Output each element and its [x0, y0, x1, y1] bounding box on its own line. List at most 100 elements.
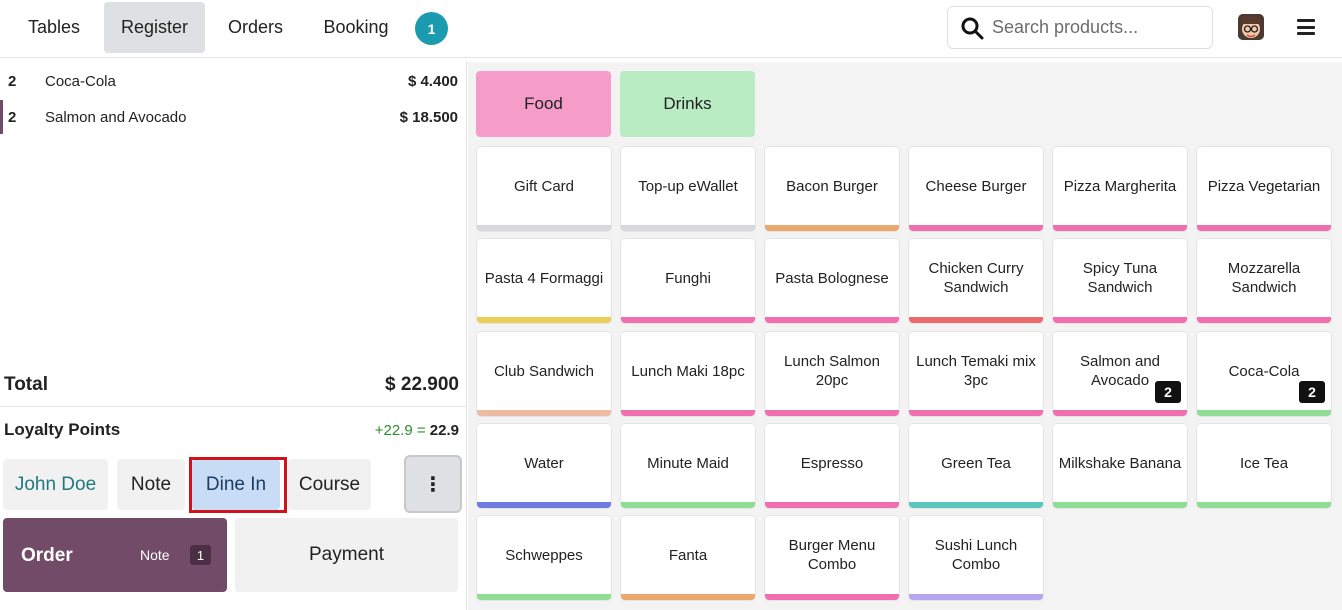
product-qty-badge: 2 — [1299, 381, 1325, 403]
product-color-bar — [621, 225, 755, 231]
order-line-name: Salmon and Avocado — [45, 108, 187, 126]
product-card[interactable]: Water — [477, 424, 611, 508]
order-line-price: $ 18.500 — [399, 108, 458, 126]
product-card[interactable]: Ice Tea — [1197, 424, 1331, 508]
product-qty-badge: 2 — [1155, 381, 1181, 403]
product-name: Lunch Maki 18pc — [631, 362, 745, 380]
product-card[interactable]: Top-up eWallet — [621, 147, 755, 231]
product-color-bar — [477, 594, 611, 600]
product-name: Bacon Burger — [786, 177, 878, 195]
product-card[interactable]: Club Sandwich — [477, 332, 611, 416]
product-card[interactable]: Espresso — [765, 424, 899, 508]
product-color-bar — [477, 502, 611, 508]
product-color-bar — [765, 225, 899, 231]
product-card[interactable]: Lunch Salmon 20pc — [765, 332, 899, 416]
tab-register[interactable]: Register — [104, 2, 205, 53]
product-color-bar — [765, 410, 899, 416]
product-card[interactable]: Pizza Vegetarian — [1197, 147, 1331, 231]
product-card[interactable]: Bacon Burger — [765, 147, 899, 231]
product-card[interactable]: Lunch Temaki mix 3pc — [909, 332, 1043, 416]
product-name: Pizza Vegetarian — [1207, 177, 1321, 195]
loyalty-label: Loyalty Points — [4, 420, 121, 439]
category-food[interactable]: Food — [476, 71, 611, 137]
product-card[interactable]: Coca-Cola 2 — [1197, 332, 1331, 416]
product-card[interactable]: Pasta Bolognese — [765, 239, 899, 323]
product-color-bar — [909, 594, 1043, 600]
product-color-bar — [477, 225, 611, 231]
customer-button[interactable]: John Doe — [3, 459, 108, 510]
order-line-qty: 2 — [8, 72, 17, 90]
product-card[interactable]: Pizza Margherita — [1053, 147, 1187, 231]
payment-button[interactable]: Payment — [235, 518, 458, 592]
product-card[interactable]: Spicy Tuna Sandwich — [1053, 239, 1187, 323]
order-line-selected[interactable]: 2 Salmon and Avocado $ 18.500 — [0, 100, 467, 134]
product-card[interactable]: Chicken Curry Sandwich — [909, 239, 1043, 323]
highlight-annotation — [189, 457, 287, 513]
product-name: Spicy Tuna Sandwich — [1082, 260, 1158, 296]
tab-orders[interactable]: Orders — [213, 2, 298, 53]
loyalty-gain: +22.9 — [374, 421, 413, 439]
course-button[interactable]: Course — [288, 459, 371, 510]
tab-booking[interactable]: Booking — [306, 2, 406, 53]
product-name: Funghi — [665, 269, 711, 287]
product-card[interactable]: Funghi — [621, 239, 755, 323]
order-total: Total $ 22.900 — [4, 374, 459, 396]
product-name: Lunch Temaki mix 3pc — [916, 353, 1036, 389]
search-icon — [961, 17, 984, 39]
search-input[interactable] — [992, 17, 1202, 38]
total-value: $ 22.900 — [385, 374, 459, 395]
product-color-bar — [909, 317, 1043, 323]
top-bar: Tables Register Orders Booking 1 — [0, 0, 1342, 58]
order-button[interactable]: Order Note 1 — [3, 518, 227, 592]
product-card[interactable]: Mozzarella Sandwich — [1197, 239, 1331, 323]
product-color-bar — [1197, 410, 1331, 416]
product-name: Minute Maid — [647, 454, 729, 472]
order-line[interactable]: 2 Coca-Cola $ 4.400 — [0, 64, 467, 98]
order-note-count: 1 — [190, 545, 211, 565]
loyalty-equals: = — [416, 421, 426, 439]
product-name: Burger Menu Combo — [788, 537, 876, 573]
avatar[interactable] — [1238, 14, 1264, 40]
product-color-bar — [1053, 410, 1187, 416]
product-card[interactable]: Schweppes — [477, 516, 611, 600]
booking-count-badge[interactable]: 1 — [415, 12, 448, 45]
order-panel: 2 Coca-Cola $ 4.400 2 Salmon and Avocado… — [0, 62, 467, 610]
product-name: Cheese Burger — [925, 177, 1027, 195]
product-name: Ice Tea — [1239, 454, 1289, 472]
search-bar[interactable] — [947, 6, 1213, 49]
product-card[interactable]: Gift Card — [477, 147, 611, 231]
product-color-bar — [765, 594, 899, 600]
product-card[interactable]: Milkshake Banana — [1053, 424, 1187, 508]
order-label: Order — [21, 545, 73, 566]
product-card[interactable]: Lunch Maki 18pc — [621, 332, 755, 416]
kebab-icon: ⋮ — [423, 473, 443, 496]
menu-icon[interactable] — [1297, 19, 1315, 35]
product-color-bar — [909, 410, 1043, 416]
product-card[interactable]: Salmon and Avocado 2 — [1053, 332, 1187, 416]
product-card[interactable]: Burger Menu Combo — [765, 516, 899, 600]
product-card[interactable]: Sushi Lunch Combo — [909, 516, 1043, 600]
product-name: Water — [524, 454, 564, 472]
product-color-bar — [1053, 317, 1187, 323]
category-drinks[interactable]: Drinks — [620, 71, 755, 137]
product-color-bar — [1053, 502, 1187, 508]
tab-tables[interactable]: Tables — [12, 2, 96, 53]
product-color-bar — [909, 502, 1043, 508]
product-card[interactable]: Pasta 4 Formaggi — [477, 239, 611, 323]
product-name: Mozzarella Sandwich — [1227, 260, 1301, 296]
note-button[interactable]: Note — [117, 459, 185, 510]
loyalty-points: Loyalty Points +22.9 = 22.9 — [4, 420, 459, 440]
product-color-bar — [477, 410, 611, 416]
product-card[interactable]: Minute Maid — [621, 424, 755, 508]
product-color-bar — [765, 317, 899, 323]
more-options-button[interactable]: ⋮ — [404, 455, 462, 513]
product-color-bar — [765, 502, 899, 508]
product-card[interactable]: Green Tea — [909, 424, 1043, 508]
product-area: Food Drinks Gift Card Top-up eWallet Bacon… — [468, 62, 1342, 610]
order-note-label: Note — [140, 547, 170, 563]
product-card[interactable]: Cheese Burger — [909, 147, 1043, 231]
product-name: Fanta — [668, 546, 708, 564]
product-name: Green Tea — [941, 454, 1011, 472]
product-card[interactable]: Fanta — [621, 516, 755, 600]
total-label: Total — [4, 374, 48, 395]
